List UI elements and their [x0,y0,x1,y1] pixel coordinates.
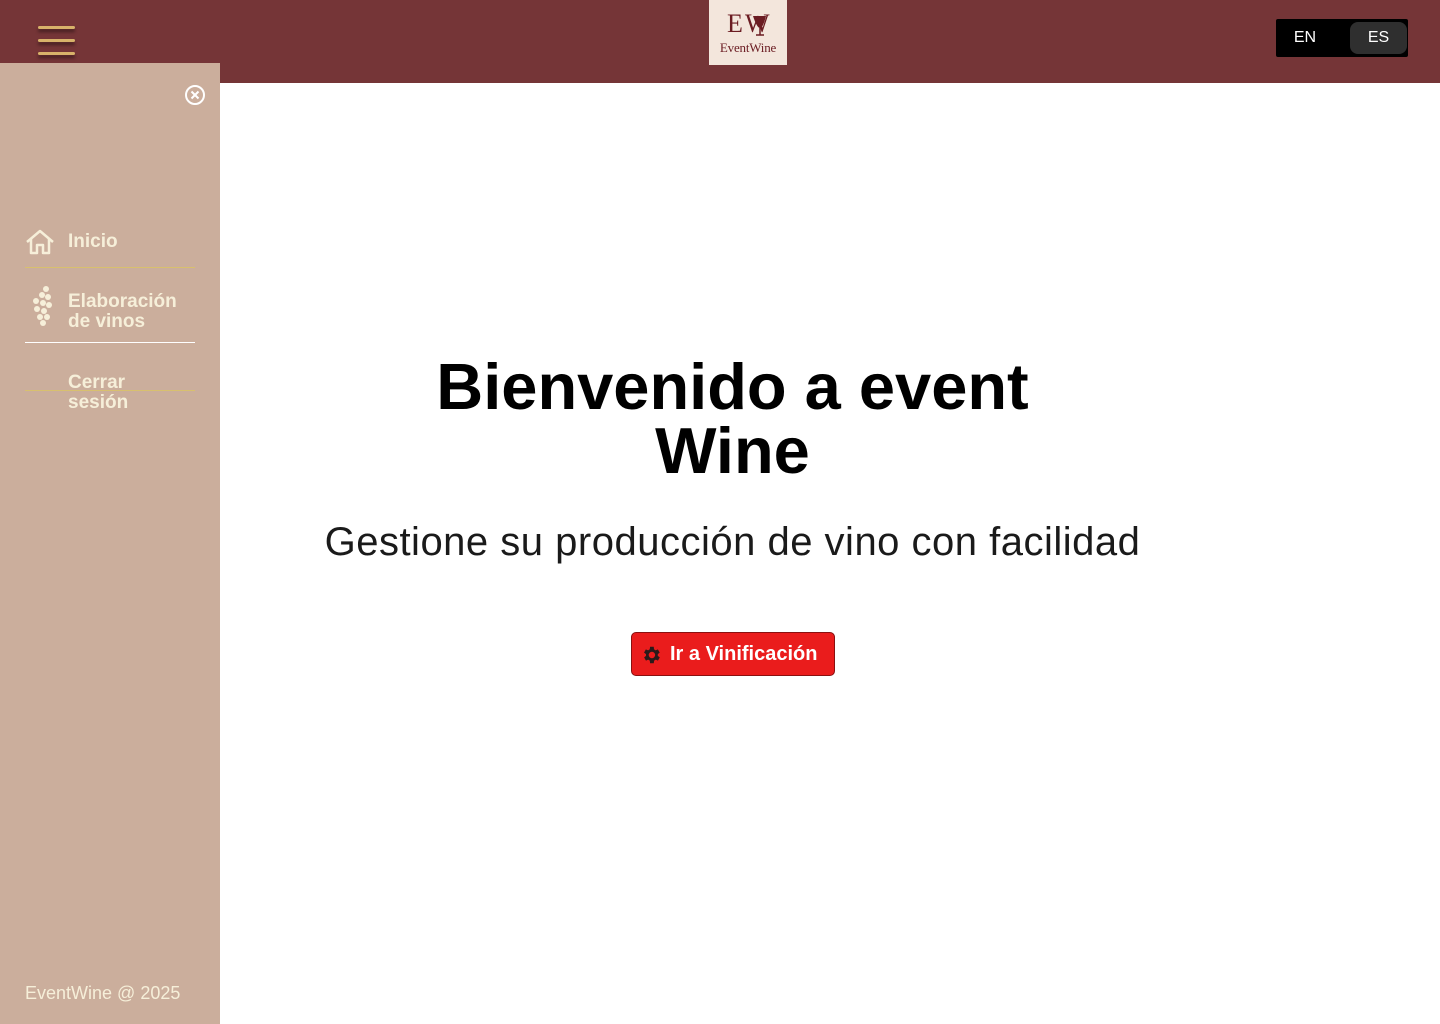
page-title: Bienvenido a event Wine [220,350,1245,487]
sidebar-item-label: Elaboración de vinos [68,291,177,332]
sidebar-item-logout[interactable]: Cerrar sesión [25,373,195,413]
sidebar-item-label: Inicio [68,231,118,252]
cta-label: Ir a Vinificación [670,643,818,665]
language-option-en[interactable]: EN [1280,22,1330,54]
main-content: Bienvenido a event Wine Gestione su prod… [220,83,1440,1024]
logo-text: EventWine [719,40,777,55]
language-option-es[interactable]: ES [1350,22,1407,54]
go-to-vinification-button[interactable]: Ir a Vinificación [631,632,835,676]
hamburger-menu-icon[interactable] [38,24,76,60]
sidebar: Inicio Elaboración de vinos Cerrar sesió… [0,63,220,1024]
grapes-icon [33,286,52,326]
svg-text:E: E [727,9,743,38]
close-icon[interactable] [184,84,206,106]
sidebar-item-inicio[interactable]: Inicio [25,226,195,268]
page-subtitle: Gestione su producción de vino con facil… [324,520,1141,564]
home-icon [26,229,54,255]
gear-icon [644,646,660,664]
sidebar-item-label: Cerrar sesión [68,372,129,413]
language-switcher: EN ES [1276,19,1408,57]
eventwine-logo[interactable]: E W EventWine [709,0,787,65]
wine-glass-icon: E W [727,9,770,38]
sidebar-item-elaboracion[interactable]: Elaboración de vinos [25,280,195,343]
page-title-text: Bienvenido a event Wine [436,350,1029,487]
sidebar-footer: EventWine @ 2025 [25,983,181,1003]
